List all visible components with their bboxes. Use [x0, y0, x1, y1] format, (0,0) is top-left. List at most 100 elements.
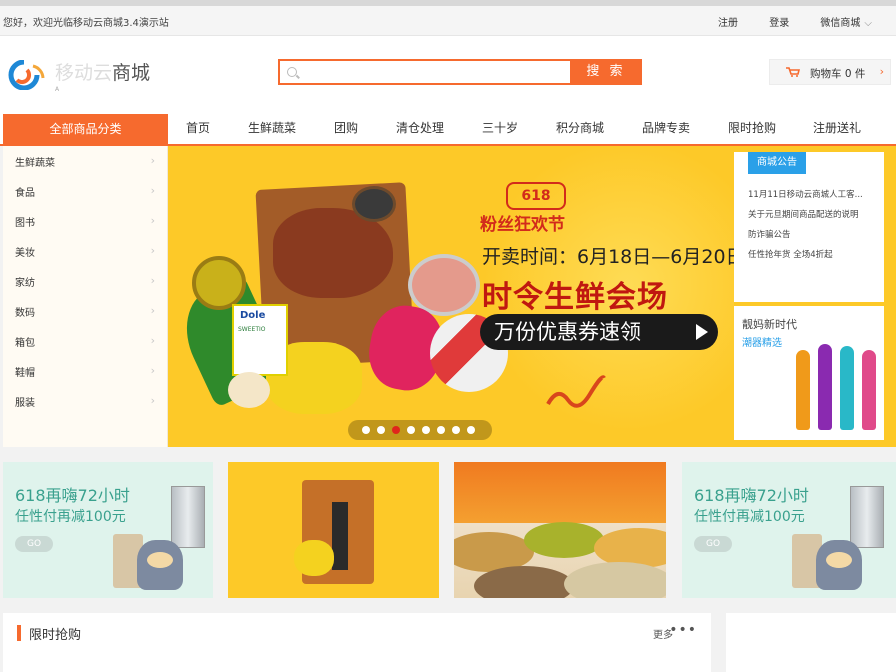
search-input[interactable] — [302, 62, 567, 82]
side-box — [726, 613, 896, 672]
chevron-right-icon: › — [150, 394, 155, 407]
banner-band — [332, 502, 348, 570]
fans-festival-text: 粉丝狂欢节 — [480, 215, 565, 235]
chevron-right-icon: › — [150, 244, 155, 257]
sidebar-item-shoes-hats[interactable]: 鞋帽 › — [15, 364, 155, 379]
nav-item-brands[interactable]: 品牌专卖 — [642, 114, 690, 144]
sidebar-item-label: 家纺 — [15, 278, 35, 289]
logo-ghost-text: 移动云 — [55, 62, 113, 84]
grain-image — [524, 522, 604, 558]
top-links: 注册 登录 微信商城 ⌵ — [690, 14, 872, 29]
chevron-right-icon: › — [150, 184, 155, 197]
carousel-dot[interactable] — [377, 426, 385, 434]
sidebar-item-books[interactable]: 图书 › — [15, 214, 155, 229]
chevron-right-icon: › — [150, 214, 155, 227]
notice-list: 11月11日移动云商城人工客... 关于元旦期间商品配送的说明 防诈骗公告 任性… — [748, 188, 876, 268]
search-button[interactable]: 搜 索 — [570, 59, 642, 85]
nav-item-thirty[interactable]: 三十岁 — [482, 114, 518, 144]
sidebar-item-home-textiles[interactable]: 家纺 › — [15, 274, 155, 289]
promo-tile-3[interactable] — [454, 462, 666, 598]
sidebar-item-beauty[interactable]: 美妆 › — [15, 244, 155, 259]
product-image — [862, 350, 876, 430]
sidebar-item-label: 服装 — [15, 398, 35, 409]
logo-name: 移动云商城 — [55, 58, 150, 85]
grain-image — [474, 566, 574, 598]
nav-item-home[interactable]: 首页 — [186, 114, 210, 144]
tile-headline: 618再嗨72小时 — [15, 486, 130, 505]
notice-panel: 商城公告 11月11日移动云商城人工客... 关于元旦期间商品配送的说明 防诈骗… — [734, 146, 896, 447]
product-image — [840, 346, 854, 430]
section-title: 限时抢购 — [29, 628, 82, 643]
sidebar-item-bags[interactable]: 箱包 › — [15, 334, 155, 349]
chevron-right-icon: › — [150, 334, 155, 347]
all-categories-button[interactable]: 全部商品分类 — [3, 114, 168, 146]
cartoon-character-image — [137, 540, 183, 590]
sidebar-item-label: 生鲜蔬菜 — [15, 158, 55, 169]
main-nav: 全部商品分类 首页 生鲜蔬菜 团购 清仓处理 三十岁 积分商城 品牌专卖 限时抢… — [0, 114, 896, 146]
nav-item-points-mall[interactable]: 积分商城 — [556, 114, 604, 144]
nav-item-group-buy[interactable]: 团购 — [334, 114, 358, 144]
go-button[interactable]: GO — [694, 536, 732, 552]
wechat-mall-link[interactable]: 微信商城 ⌵ — [820, 18, 872, 29]
site-logo[interactable]: 移动云商城 A — [3, 56, 163, 96]
carousel-dot[interactable] — [437, 426, 445, 434]
cart-icon — [786, 67, 800, 77]
notice-item[interactable]: 任性抢年货 全场4折起 — [748, 248, 876, 260]
egg-image — [228, 372, 270, 408]
sidebar-item-fresh[interactable]: 生鲜蔬菜 › — [15, 154, 155, 169]
coupon-button[interactable]: 万份优惠券速领 — [480, 314, 718, 350]
nav-item-register-gift[interactable]: 注册送礼 — [813, 114, 861, 144]
nav-item-flash-sale[interactable]: 限时抢购 — [728, 114, 776, 144]
play-arrow-icon — [696, 324, 708, 340]
search-icon — [287, 67, 297, 77]
hero-banner[interactable]: Dole SWEETIO 618 粉丝狂欢节 开卖时间：6月18日—6月20日 … — [168, 146, 734, 447]
sidebar-item-label: 鞋帽 — [15, 368, 35, 379]
notice-item[interactable]: 关于元旦期间商品配送的说明 — [748, 208, 876, 220]
sale-time-text: 开卖时间：6月18日—6月20日 — [482, 246, 734, 268]
mini-banner-image — [294, 480, 374, 584]
carousel-dot[interactable] — [407, 426, 415, 434]
chevron-right-icon: › — [150, 274, 155, 287]
register-link[interactable]: 注册 — [718, 18, 738, 29]
sidebar-item-label: 食品 — [15, 188, 35, 199]
chevron-right-icon: › — [150, 364, 155, 377]
header: 移动云商城 A 搜 索 购物车 0 件 › — [0, 36, 896, 114]
section-marker — [17, 625, 21, 641]
fridge-image — [171, 486, 205, 548]
more-dots-icon[interactable]: ••• — [669, 622, 697, 638]
promo-tile-4[interactable]: 618再嗨72小时 任性付再减100元 GO — [682, 462, 896, 598]
wechat-mall-label: 微信商城 — [820, 18, 861, 29]
coupon-label: 万份优惠券速领 — [494, 320, 641, 344]
promo-tile-1[interactable]: 618再嗨72小时 任性付再减100元 GO — [3, 462, 213, 598]
cart-label: 购物车 0 件 — [810, 68, 866, 80]
chevron-right-icon: › — [879, 65, 884, 78]
go-button[interactable]: GO — [15, 536, 53, 552]
grain-image — [564, 562, 666, 598]
nav-item-fresh[interactable]: 生鲜蔬菜 — [248, 114, 296, 144]
notice-item[interactable]: 防诈骗公告 — [748, 228, 876, 240]
cartoon-character-image — [816, 540, 862, 590]
sidebar-item-food[interactable]: 食品 › — [15, 184, 155, 199]
sidebar-item-digital[interactable]: 数码 › — [15, 304, 155, 319]
category-sidebar: 生鲜蔬菜 › 食品 › 图书 › 美妆 › 家纺 › 数码 › 箱包 › 鞋帽 › 服装 › — [3, 146, 168, 447]
carousel-dot[interactable] — [452, 426, 460, 434]
flash-sale-section: 限时抢购 更多 ••• — [3, 613, 711, 672]
fridge-image — [850, 486, 884, 548]
tile-headline: 618再嗨72小时 — [694, 486, 809, 505]
nav-item-clearance[interactable]: 清仓处理 — [396, 114, 444, 144]
search-box: 搜 索 — [278, 59, 642, 85]
promo-box[interactable]: 靓妈新时代 潮器精选 — [734, 306, 884, 440]
carousel-dot[interactable] — [467, 426, 475, 434]
promo-tile-2[interactable] — [228, 462, 439, 598]
product-image — [818, 344, 832, 430]
ribbon-squiggle-icon — [546, 375, 606, 408]
banner-headline: 时令生鲜会场 — [482, 280, 668, 315]
product-image — [796, 350, 810, 430]
notice-item[interactable]: 11月11日移动云商城人工客... — [748, 188, 876, 200]
carousel-dot[interactable] — [392, 426, 400, 434]
cart-button[interactable]: 购物车 0 件 › — [769, 59, 891, 85]
sidebar-item-clothing[interactable]: 服装 › — [15, 394, 155, 409]
carousel-dot[interactable] — [422, 426, 430, 434]
carousel-dot[interactable] — [362, 426, 370, 434]
login-link[interactable]: 登录 — [769, 18, 789, 29]
